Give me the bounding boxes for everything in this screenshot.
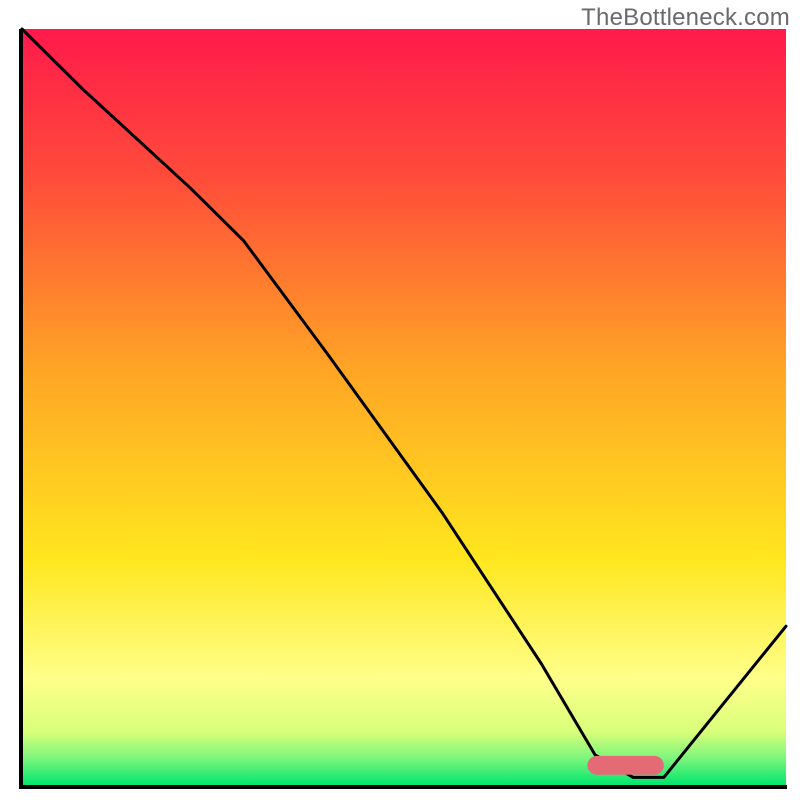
optimal-range-marker (587, 756, 663, 775)
y-axis (19, 29, 23, 789)
x-axis (19, 785, 787, 789)
chart-svg (0, 0, 800, 800)
gradient-fill (22, 29, 786, 785)
chart-container: TheBottleneck.com (0, 0, 800, 800)
